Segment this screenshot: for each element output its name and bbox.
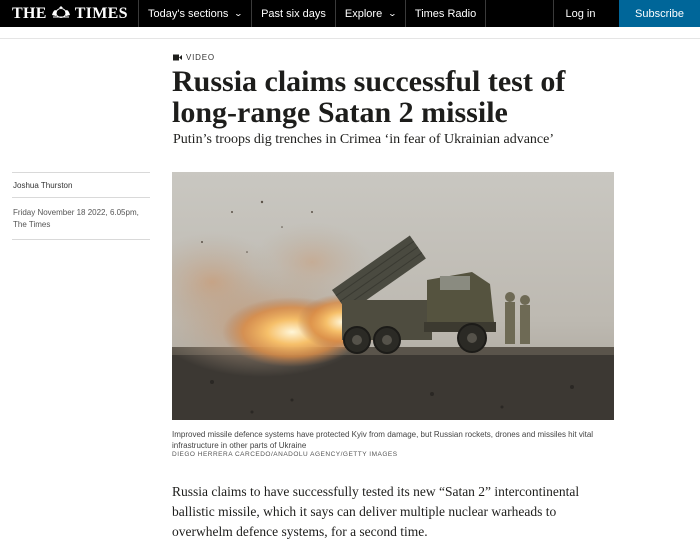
login-button[interactable]: Log in [553,0,607,27]
nav-todays-sections-label: Today's sections [148,7,229,20]
byline-divider [12,239,150,240]
article-headline: Russia claims successful test of long-ra… [172,65,566,129]
video-camera-icon [173,54,182,61]
subscribe-button[interactable]: Subscribe [619,0,700,27]
image-caption: Improved missile defence systems have pr… [172,430,594,450]
article-body-paragraph: Russia claims to have successfully teste… [172,484,580,539]
times-logo[interactable]: THE TIMES [0,0,139,27]
nav-times-radio[interactable]: Times Radio [406,0,487,27]
author-link[interactable]: Joshua Thurston [12,173,150,197]
top-navigation-bar: THE TIMES Today's sections ⌄ Past six da… [0,0,700,27]
content-type-text: VIDEO [186,53,215,62]
nav-times-radio-label: Times Radio [414,7,477,20]
content-type-label: VIDEO [173,53,215,62]
image-credit: DIEGO HERRERA CARCEDO/ANADOLU AGENCY/GET… [172,451,398,458]
chevron-down-icon: ⌄ [387,9,398,18]
logo-word-times: TIMES [74,4,128,22]
nav-past-six-days-label: Past six days [261,7,326,20]
byline-column: Joshua Thurston Friday November 18 2022,… [12,172,150,240]
publish-date-line: Friday November 18 2022, 6.05pm, [13,208,139,217]
nav-explore[interactable]: Explore ⌄ [336,0,406,27]
chevron-down-icon: ⌄ [234,9,244,18]
logo-word-the: THE [12,4,47,22]
hero-image[interactable] [172,172,614,420]
nav-past-six-days[interactable]: Past six days [252,0,336,27]
royal-crest-icon [50,5,72,23]
publication-name: The Times [13,220,51,229]
nav-todays-sections[interactable]: Today's sections ⌄ [139,0,253,27]
header-divider [0,38,700,39]
article-standfirst: Putin’s troops dig trenches in Crimea ‘i… [173,132,554,147]
publish-date: Friday November 18 2022, 6.05pm, The Tim… [12,198,150,239]
nav-explore-label: Explore [344,7,383,20]
